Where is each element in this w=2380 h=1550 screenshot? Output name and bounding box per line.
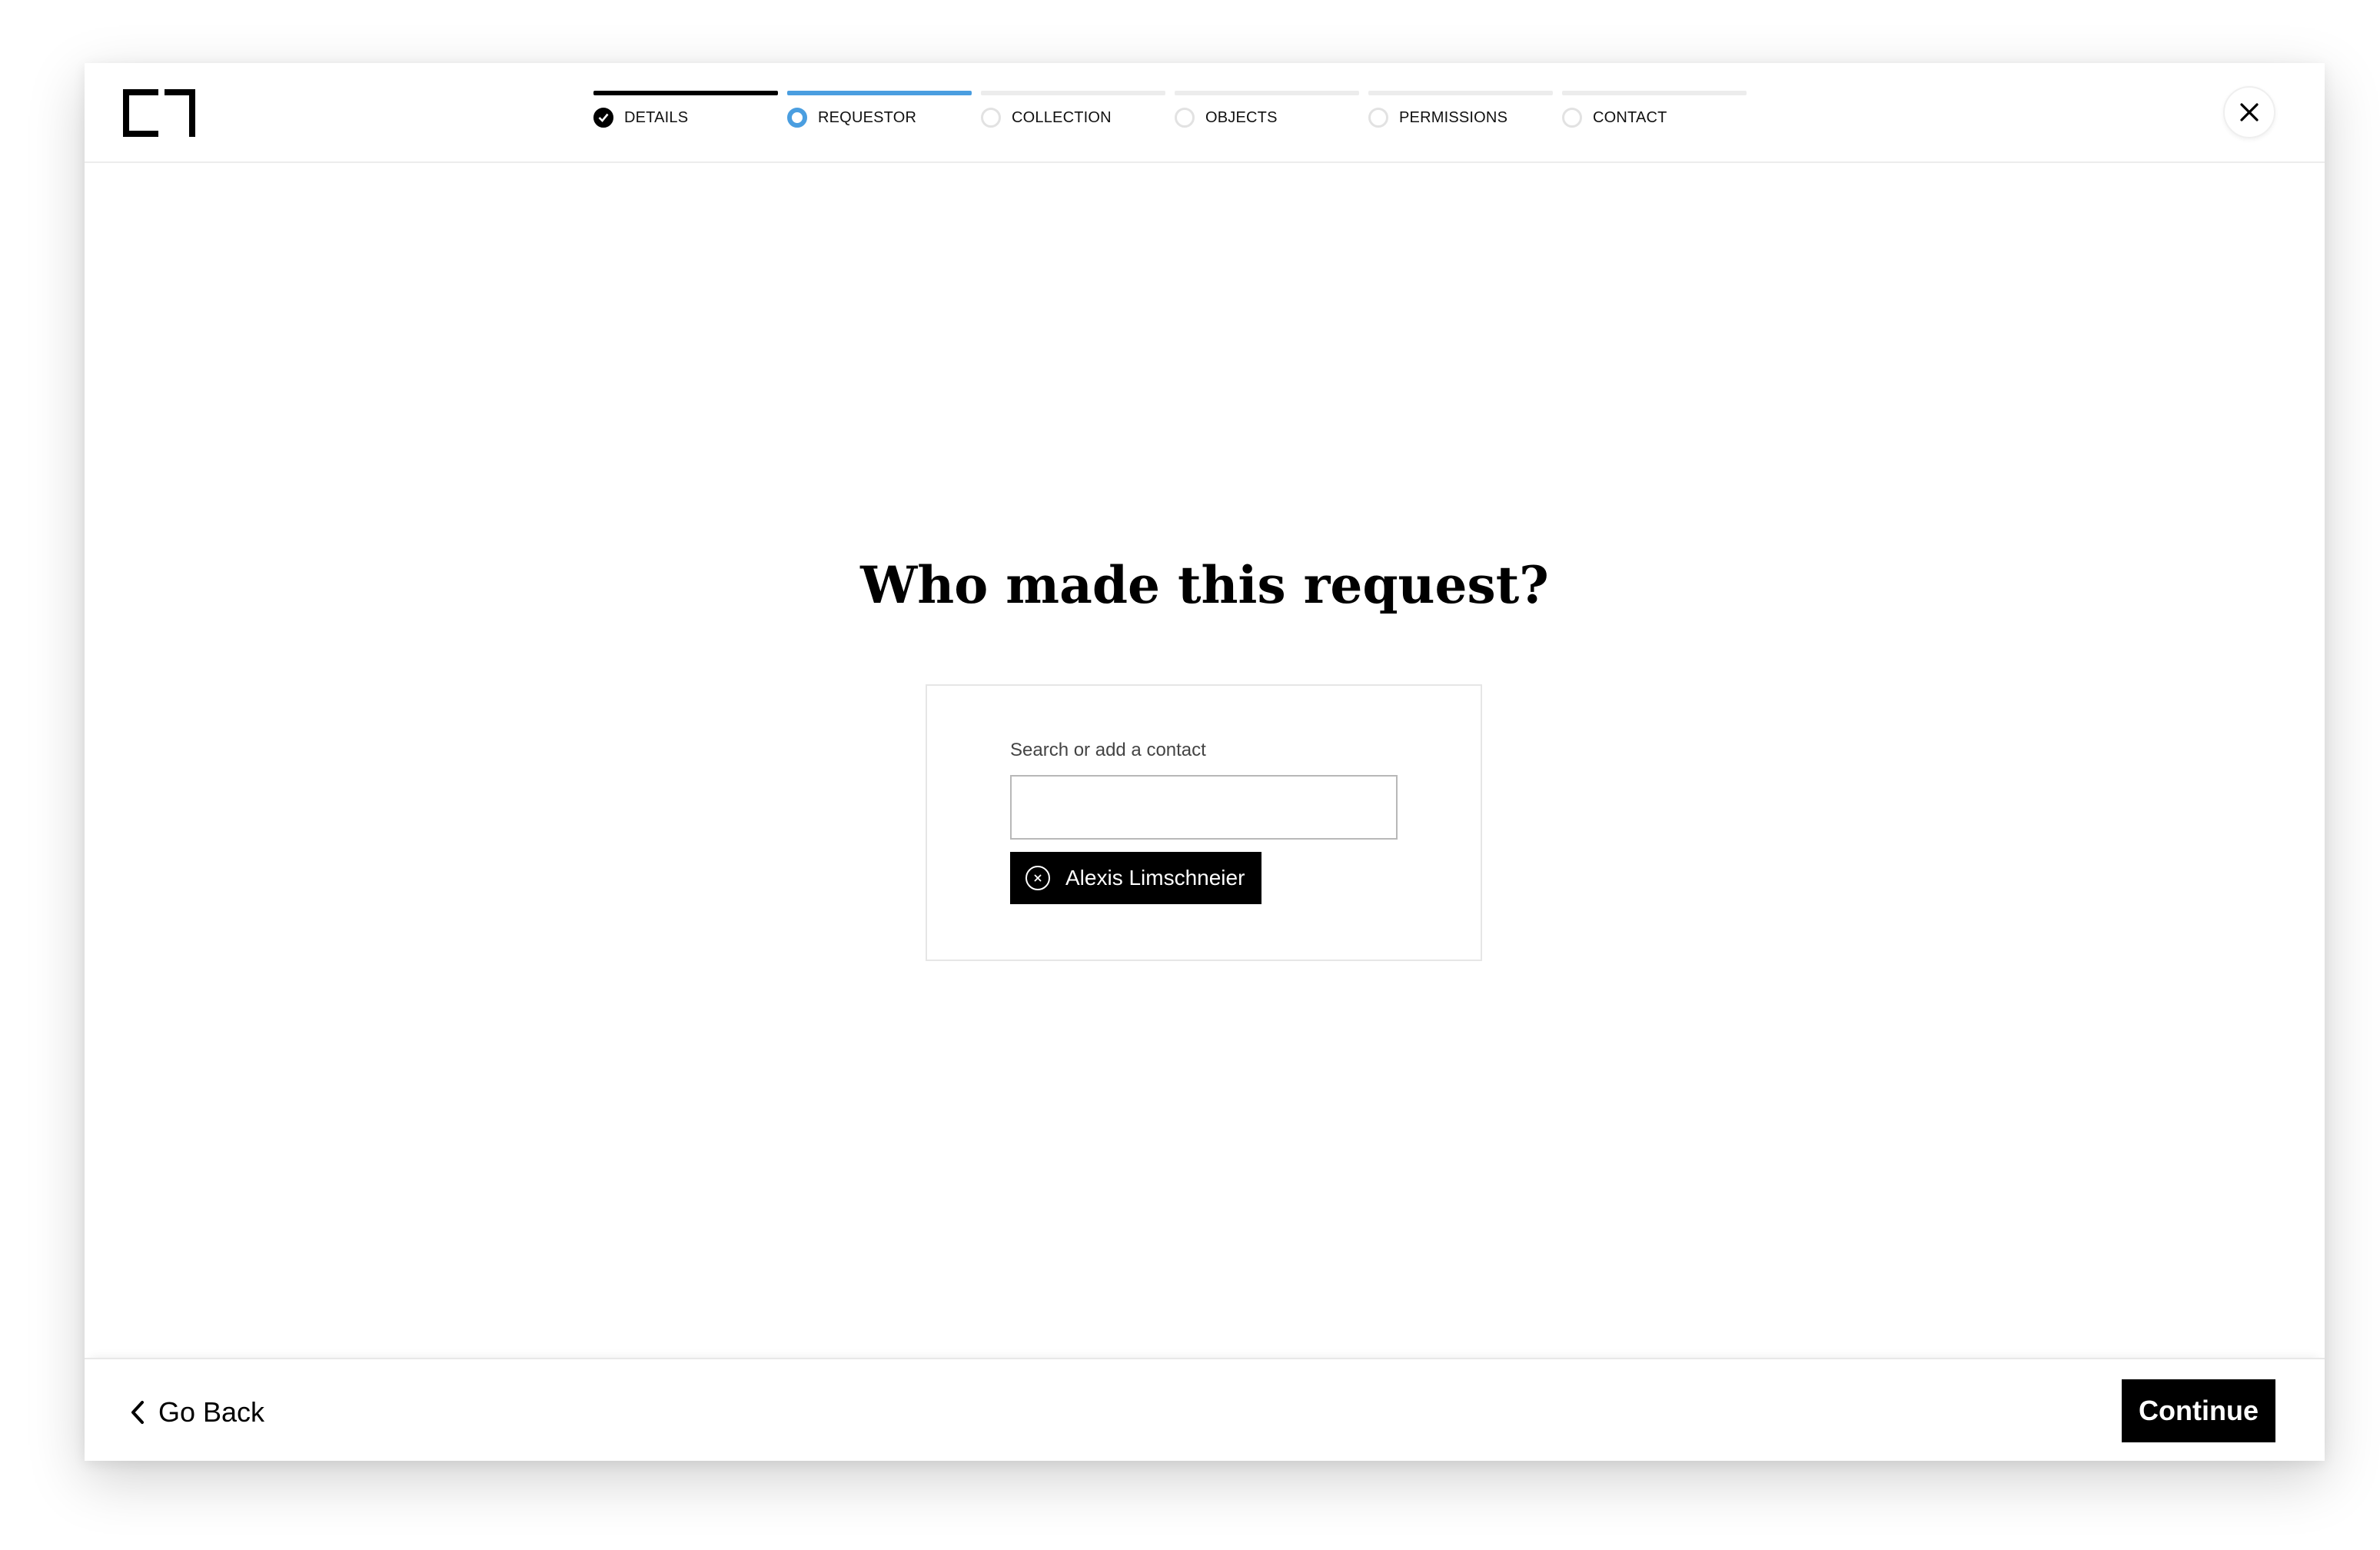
- step-objects[interactable]: OBJECTS: [1175, 91, 1359, 137]
- step-progress-bar: [787, 91, 972, 95]
- continue-button[interactable]: Continue: [2122, 1379, 2275, 1442]
- go-back-label: Go Back: [158, 1396, 265, 1428]
- step-label: COLLECTION: [1012, 109, 1112, 126]
- selected-contact-chip[interactable]: Alexis Limschneier: [1010, 852, 1262, 904]
- current-step-icon: [787, 108, 807, 128]
- step-label: CONTACT: [1593, 109, 1667, 126]
- step-progress-bar: [1175, 91, 1359, 95]
- contact-card: Search or add a contact Alexis Limschnei…: [926, 684, 1482, 961]
- step-label: OBJECTS: [1205, 109, 1278, 126]
- step-collection[interactable]: COLLECTION: [981, 91, 1165, 137]
- remove-circle-icon[interactable]: [1025, 866, 1050, 890]
- check-icon: [593, 108, 613, 128]
- close-button[interactable]: [2223, 86, 2275, 138]
- wizard-footer: Go Back Continue: [85, 1358, 2325, 1461]
- step-requestor[interactable]: REQUESTOR: [787, 91, 972, 137]
- stage: DETAILS REQUESTOR COLLECTION OBJECTS PER…: [0, 0, 2380, 1550]
- wizard-window: DETAILS REQUESTOR COLLECTION OBJECTS PER…: [85, 63, 2325, 1461]
- step-progress-bar: [593, 91, 778, 95]
- bracket-logo-icon: [123, 89, 195, 137]
- step-label: REQUESTOR: [818, 109, 917, 126]
- step-label: PERMISSIONS: [1399, 109, 1508, 126]
- pending-step-icon: [1368, 108, 1388, 128]
- step-label: DETAILS: [624, 109, 689, 126]
- chevron-left-icon: [131, 1401, 144, 1424]
- step-progress-bar: [1562, 91, 1747, 95]
- search-field-label: Search or add a contact: [1010, 740, 1206, 760]
- go-back-button[interactable]: Go Back: [131, 1396, 264, 1429]
- wizard-header: DETAILS REQUESTOR COLLECTION OBJECTS PER…: [85, 63, 2325, 163]
- step-permissions[interactable]: PERMISSIONS: [1368, 91, 1553, 137]
- step-contact[interactable]: CONTACT: [1562, 91, 1747, 137]
- step-details[interactable]: DETAILS: [593, 91, 778, 137]
- pending-step-icon: [981, 108, 1001, 128]
- step-progress-bar: [1368, 91, 1553, 95]
- pending-step-icon: [1175, 108, 1195, 128]
- page-title: Who made this request?: [860, 555, 1549, 615]
- close-icon: [2240, 103, 2259, 121]
- pending-step-icon: [1562, 108, 1582, 128]
- contact-search-input[interactable]: [1010, 775, 1398, 840]
- selected-contact-name: Alexis Limschneier: [1065, 866, 1245, 890]
- step-progress-bar: [981, 91, 1165, 95]
